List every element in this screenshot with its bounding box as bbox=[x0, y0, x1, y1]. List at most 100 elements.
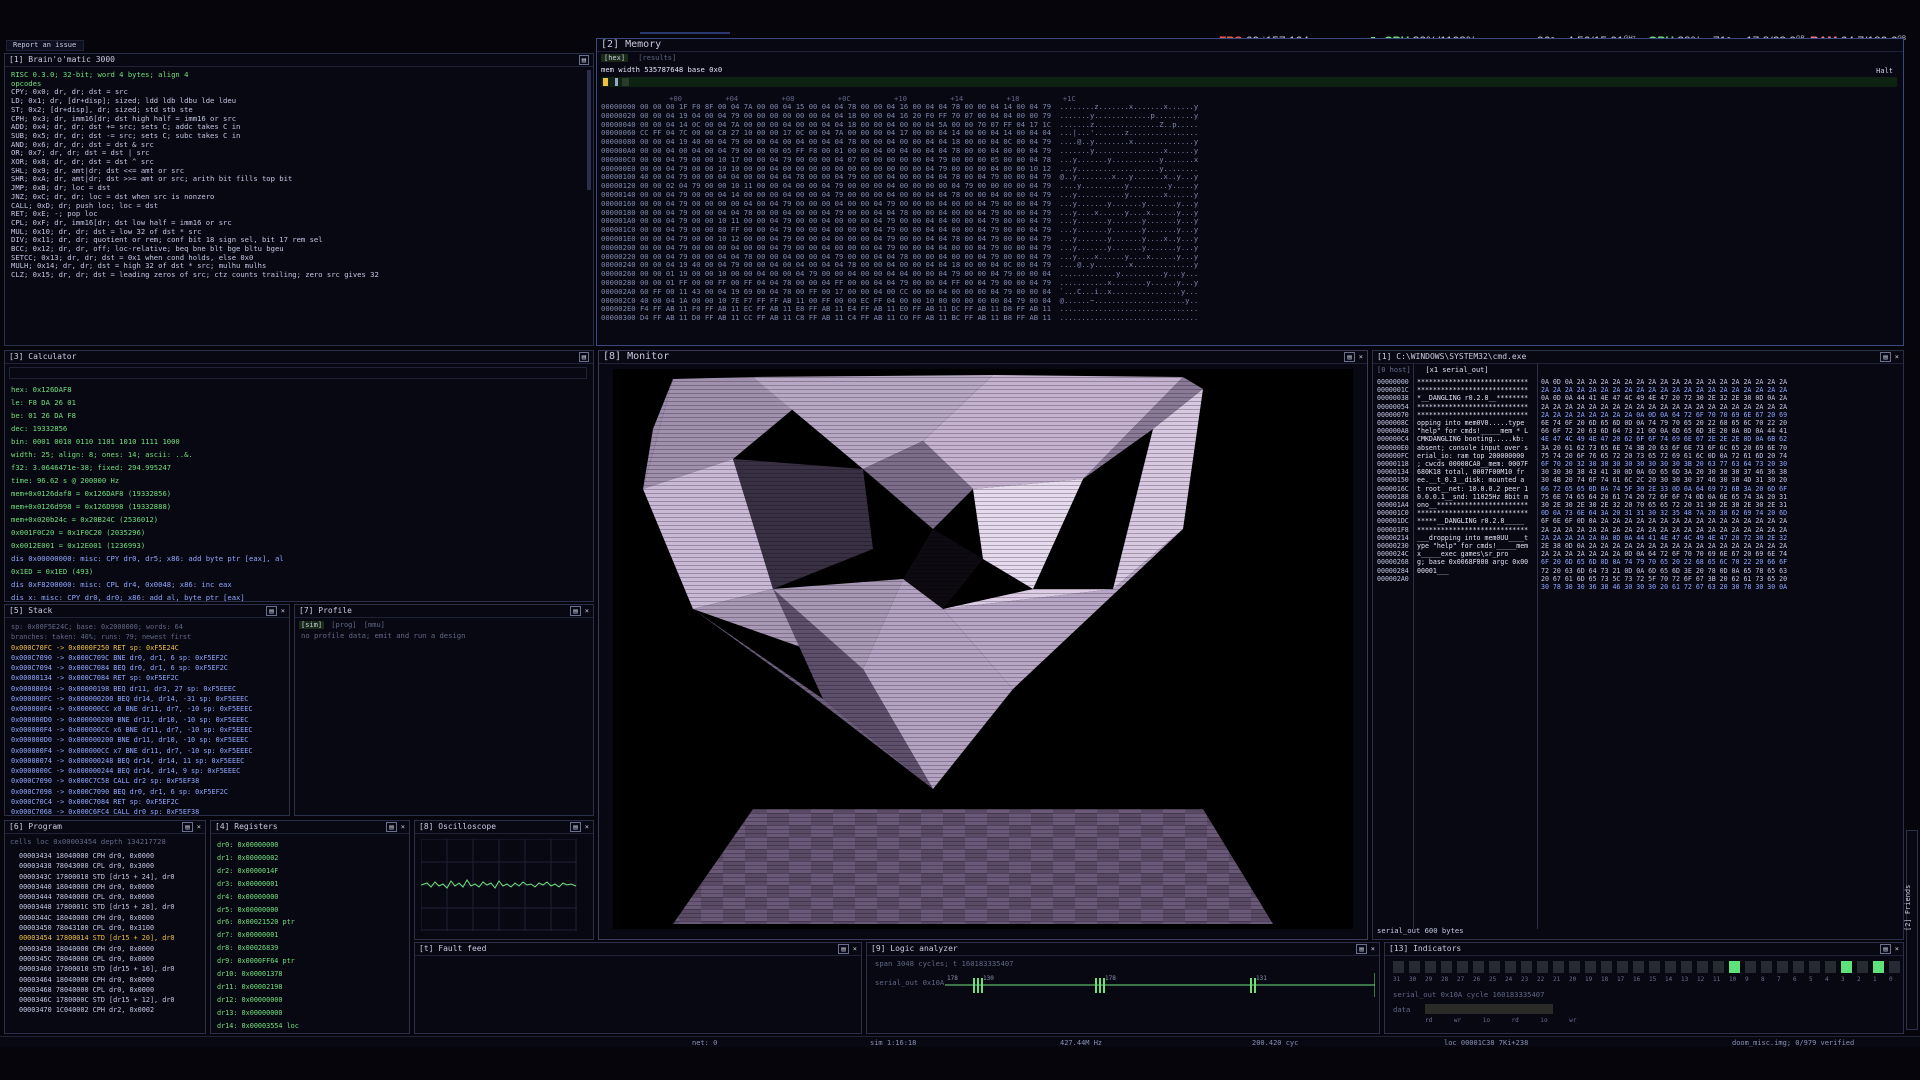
hex-row: 2A 2A 2A 2A 2A 2A 2A 0D 0A 64 72 6F 70 7… bbox=[1541, 550, 1788, 559]
hex-dump: 00000000 00 00 00 1F F0 8F 00 04 7A 00 0… bbox=[601, 102, 1198, 323]
logic-analyzer-panel: [9] Logic analyzer ▤ × span 3048 cycles; … bbox=[866, 942, 1380, 1034]
stack-panel: [5] Stack ▤ × sp: 0x00F5E24C; base: 0x200… bbox=[4, 604, 290, 816]
panel-title: [8] Oscilloscope bbox=[419, 822, 497, 831]
panel-controls[interactable]: ▤ × bbox=[1878, 352, 1899, 362]
indicator-led bbox=[1745, 961, 1756, 973]
ascii-row: ype "help" for cmds!_____mem bbox=[1417, 542, 1529, 551]
tab-mmu[interactable]: [mmu] bbox=[364, 621, 385, 629]
indicator-led bbox=[1713, 961, 1724, 973]
stack-entry: 0x00000094 -> 0x00000198 BEQ dr11, dr3, … bbox=[11, 684, 237, 693]
stack-entry: 0x000C70FC -> 0x0000F250 RET sp: 0xF5E24… bbox=[11, 643, 179, 652]
indicator-bit-number: 30 bbox=[1409, 976, 1417, 983]
tab-serial-out[interactable]: [x1 serial_out] bbox=[1413, 366, 1501, 374]
panel-controls[interactable]: ▤ × bbox=[180, 822, 201, 832]
loc-status: loc 00001C38 7Ki+238 bbox=[1444, 1039, 1529, 1047]
hex-row: 0A 0D 0A 44 41 4E 47 4C 49 4E 47 20 72 3… bbox=[1541, 394, 1788, 403]
indicator-bit-number: 25 bbox=[1489, 976, 1497, 983]
rd-label: rd bbox=[1425, 1017, 1433, 1024]
register-row: dr14: 0x00003554 loc bbox=[217, 1021, 299, 1030]
hex-row: 30 30 30 38 43 41 30 0D 0A 6D 65 6D 3A 2… bbox=[1541, 468, 1788, 477]
register-list: dr0: 0x00000000 dr1: 0x00000002 dr2: 0x000… bbox=[217, 839, 299, 1033]
program-row: 00003434 18040000 CPH dr0, 0x0000 bbox=[19, 852, 155, 860]
monitor-render bbox=[613, 369, 1353, 929]
panel-controls[interactable]: ▤ × bbox=[264, 606, 285, 616]
report-issue-button[interactable]: Report an issue bbox=[6, 40, 84, 51]
panel-controls[interactable]: ▤ × bbox=[568, 606, 589, 616]
tab-host[interactable]: [0 host] bbox=[1377, 366, 1411, 374]
stack-entry: 0x0000000C -> 0x000000244 BEQ dr14, dr14… bbox=[11, 767, 241, 776]
ascii-row: opping into mem0V0.....type bbox=[1417, 419, 1525, 428]
panel-controls[interactable]: ▤ × bbox=[384, 822, 405, 832]
indicator-led bbox=[1521, 961, 1532, 973]
panel-controls[interactable]: ▤ × bbox=[836, 944, 857, 954]
calc-line: mem+0x0126daf8 = 0x126DAF8 (19332856) bbox=[11, 489, 172, 498]
tab-hex[interactable]: [hex] bbox=[601, 54, 629, 62]
calc-line: width: 25; align: 8; ones: 14; ascii: ..… bbox=[11, 450, 193, 459]
calc-line: 0x0012E001 = 0x12E001 (1236993) bbox=[11, 541, 146, 550]
tab-results[interactable]: [results] bbox=[632, 54, 682, 62]
calculator-panel: [3] Calculator ▤ hex: 0x126DAF8 le: F8 DA … bbox=[4, 350, 594, 602]
panel-controls[interactable]: ▤ bbox=[577, 55, 589, 65]
register-row: dr10: 0x00001378 bbox=[217, 970, 283, 979]
tab-sim[interactable]: [sim] bbox=[299, 621, 325, 629]
ascii-row: *****__DANGLING r0.2.8_____ bbox=[1417, 517, 1525, 526]
address-row: 00000150 bbox=[1377, 476, 1409, 485]
panel-header: [8] Monitor ▤ × bbox=[599, 351, 1367, 364]
hex-row: 2A 2A 2A 2A 2A 0A 0D 0A 44 41 4E 47 4C 4… bbox=[1541, 533, 1788, 542]
calculator-input[interactable] bbox=[9, 367, 587, 379]
indicator-bit-number: 6 bbox=[1793, 976, 1797, 983]
indicator-bit-number: 10 bbox=[1729, 976, 1737, 983]
hex-row: 2A 2A 2A 2A 2A 2A 2A 2A 0A 0D 0A 64 72 6… bbox=[1541, 410, 1788, 419]
address-row: 00000134 bbox=[1377, 468, 1409, 477]
address-row: 000001C0 bbox=[1377, 509, 1409, 518]
indicator-led bbox=[1617, 961, 1628, 973]
calc-line: dis x: misc: CPY dr0, dr0; x86: add al, … bbox=[11, 593, 245, 602]
panel-controls[interactable]: ▤ × bbox=[568, 822, 589, 832]
scrollbar[interactable] bbox=[587, 70, 591, 190]
indicators-panel: [13] Indicators ▤ × 31 30 29 28 27 26 25 24 23 22 2… bbox=[1384, 942, 1904, 1034]
program-row: 00003444 78040000 CPL dr0, 0x0000 bbox=[19, 893, 155, 902]
panel-controls[interactable]: ▤ × bbox=[1354, 944, 1375, 954]
trace-label: 131 bbox=[1256, 975, 1267, 982]
stack-entry: 0x000000F4 -> 0x000000CC x6 BNE dr11, dr… bbox=[11, 725, 253, 734]
indicator-bit-number: 26 bbox=[1473, 976, 1481, 983]
indicator-led bbox=[1809, 961, 1820, 973]
ascii-row: x_____exec games\sr_pro bbox=[1417, 550, 1509, 559]
register-row: dr1: 0x00000002 bbox=[217, 853, 279, 862]
panel-title: [8] Monitor bbox=[603, 351, 670, 362]
panel-title: [6] Program bbox=[9, 822, 62, 831]
calc-line: 0x1ED = 0x1ED (493) bbox=[11, 567, 94, 576]
hex-row: 66 6F 72 20 63 6D 64 73 21 0D 0A 6D 65 6… bbox=[1541, 427, 1788, 436]
oscilloscope-display bbox=[421, 839, 577, 931]
indicator-led bbox=[1441, 961, 1452, 973]
program-row: 00003470 1C040002 CPH dr2, 0x0002 bbox=[19, 1006, 155, 1015]
friends-side-tab[interactable]: [2] Friends bbox=[1904, 830, 1918, 1030]
program-row: 0000345C 78040000 CPL dr0, 0x0000 bbox=[19, 954, 155, 963]
panel-title: [1] Brain'o'matic 3000 bbox=[9, 55, 115, 64]
indicator-bit-number: 20 bbox=[1569, 976, 1577, 983]
tab-prog[interactable]: [prog] bbox=[328, 621, 359, 629]
hex-row: 72 20 63 6D 64 73 21 0D 0A 6D 65 6D 3E 2… bbox=[1541, 566, 1788, 575]
address-row: 00000000 bbox=[1377, 378, 1409, 386]
panel-controls[interactable]: ▤ × bbox=[1878, 944, 1899, 954]
panel-controls[interactable]: ▤ × bbox=[1342, 352, 1363, 362]
hex-row: 6E 74 6F 20 6D 65 6D 0D 0A 74 79 70 65 2… bbox=[1541, 419, 1788, 428]
address-row: 00000118 bbox=[1377, 460, 1409, 469]
address-row: 000001F8 bbox=[1377, 525, 1409, 534]
monitor-panel: [8] Monitor ▤ × bbox=[598, 350, 1368, 940]
indicator-led bbox=[1793, 961, 1804, 973]
ascii-row: **************************** bbox=[1417, 386, 1529, 395]
indicator-led bbox=[1825, 961, 1836, 973]
hex-row: 75 74 20 6F 76 65 72 20 73 65 72 69 61 6… bbox=[1541, 451, 1788, 460]
halt-button[interactable]: Halt bbox=[1876, 67, 1893, 75]
indicator-bit-number: 18 bbox=[1601, 976, 1609, 983]
calc-line: hex: 0x126DAF8 bbox=[11, 385, 72, 394]
indicator-bit-number: 31 bbox=[1393, 976, 1401, 983]
indicator-bit-number: 9 bbox=[1745, 976, 1749, 983]
hex-row: 6F 20 6D 65 6D 0D 0A 74 79 70 65 20 22 6… bbox=[1541, 558, 1788, 567]
ascii-row: g; base 0x0068F000 argc 0x00 bbox=[1417, 558, 1529, 567]
panel-controls[interactable]: ▤ bbox=[577, 352, 589, 362]
address-row: 0000001C bbox=[1377, 386, 1409, 395]
cycle-count: 200.420 cyc bbox=[1252, 1039, 1299, 1047]
stack-entry: 0x000000F4 -> 0x000000CC x0 BNE dr11, dr… bbox=[11, 705, 253, 714]
